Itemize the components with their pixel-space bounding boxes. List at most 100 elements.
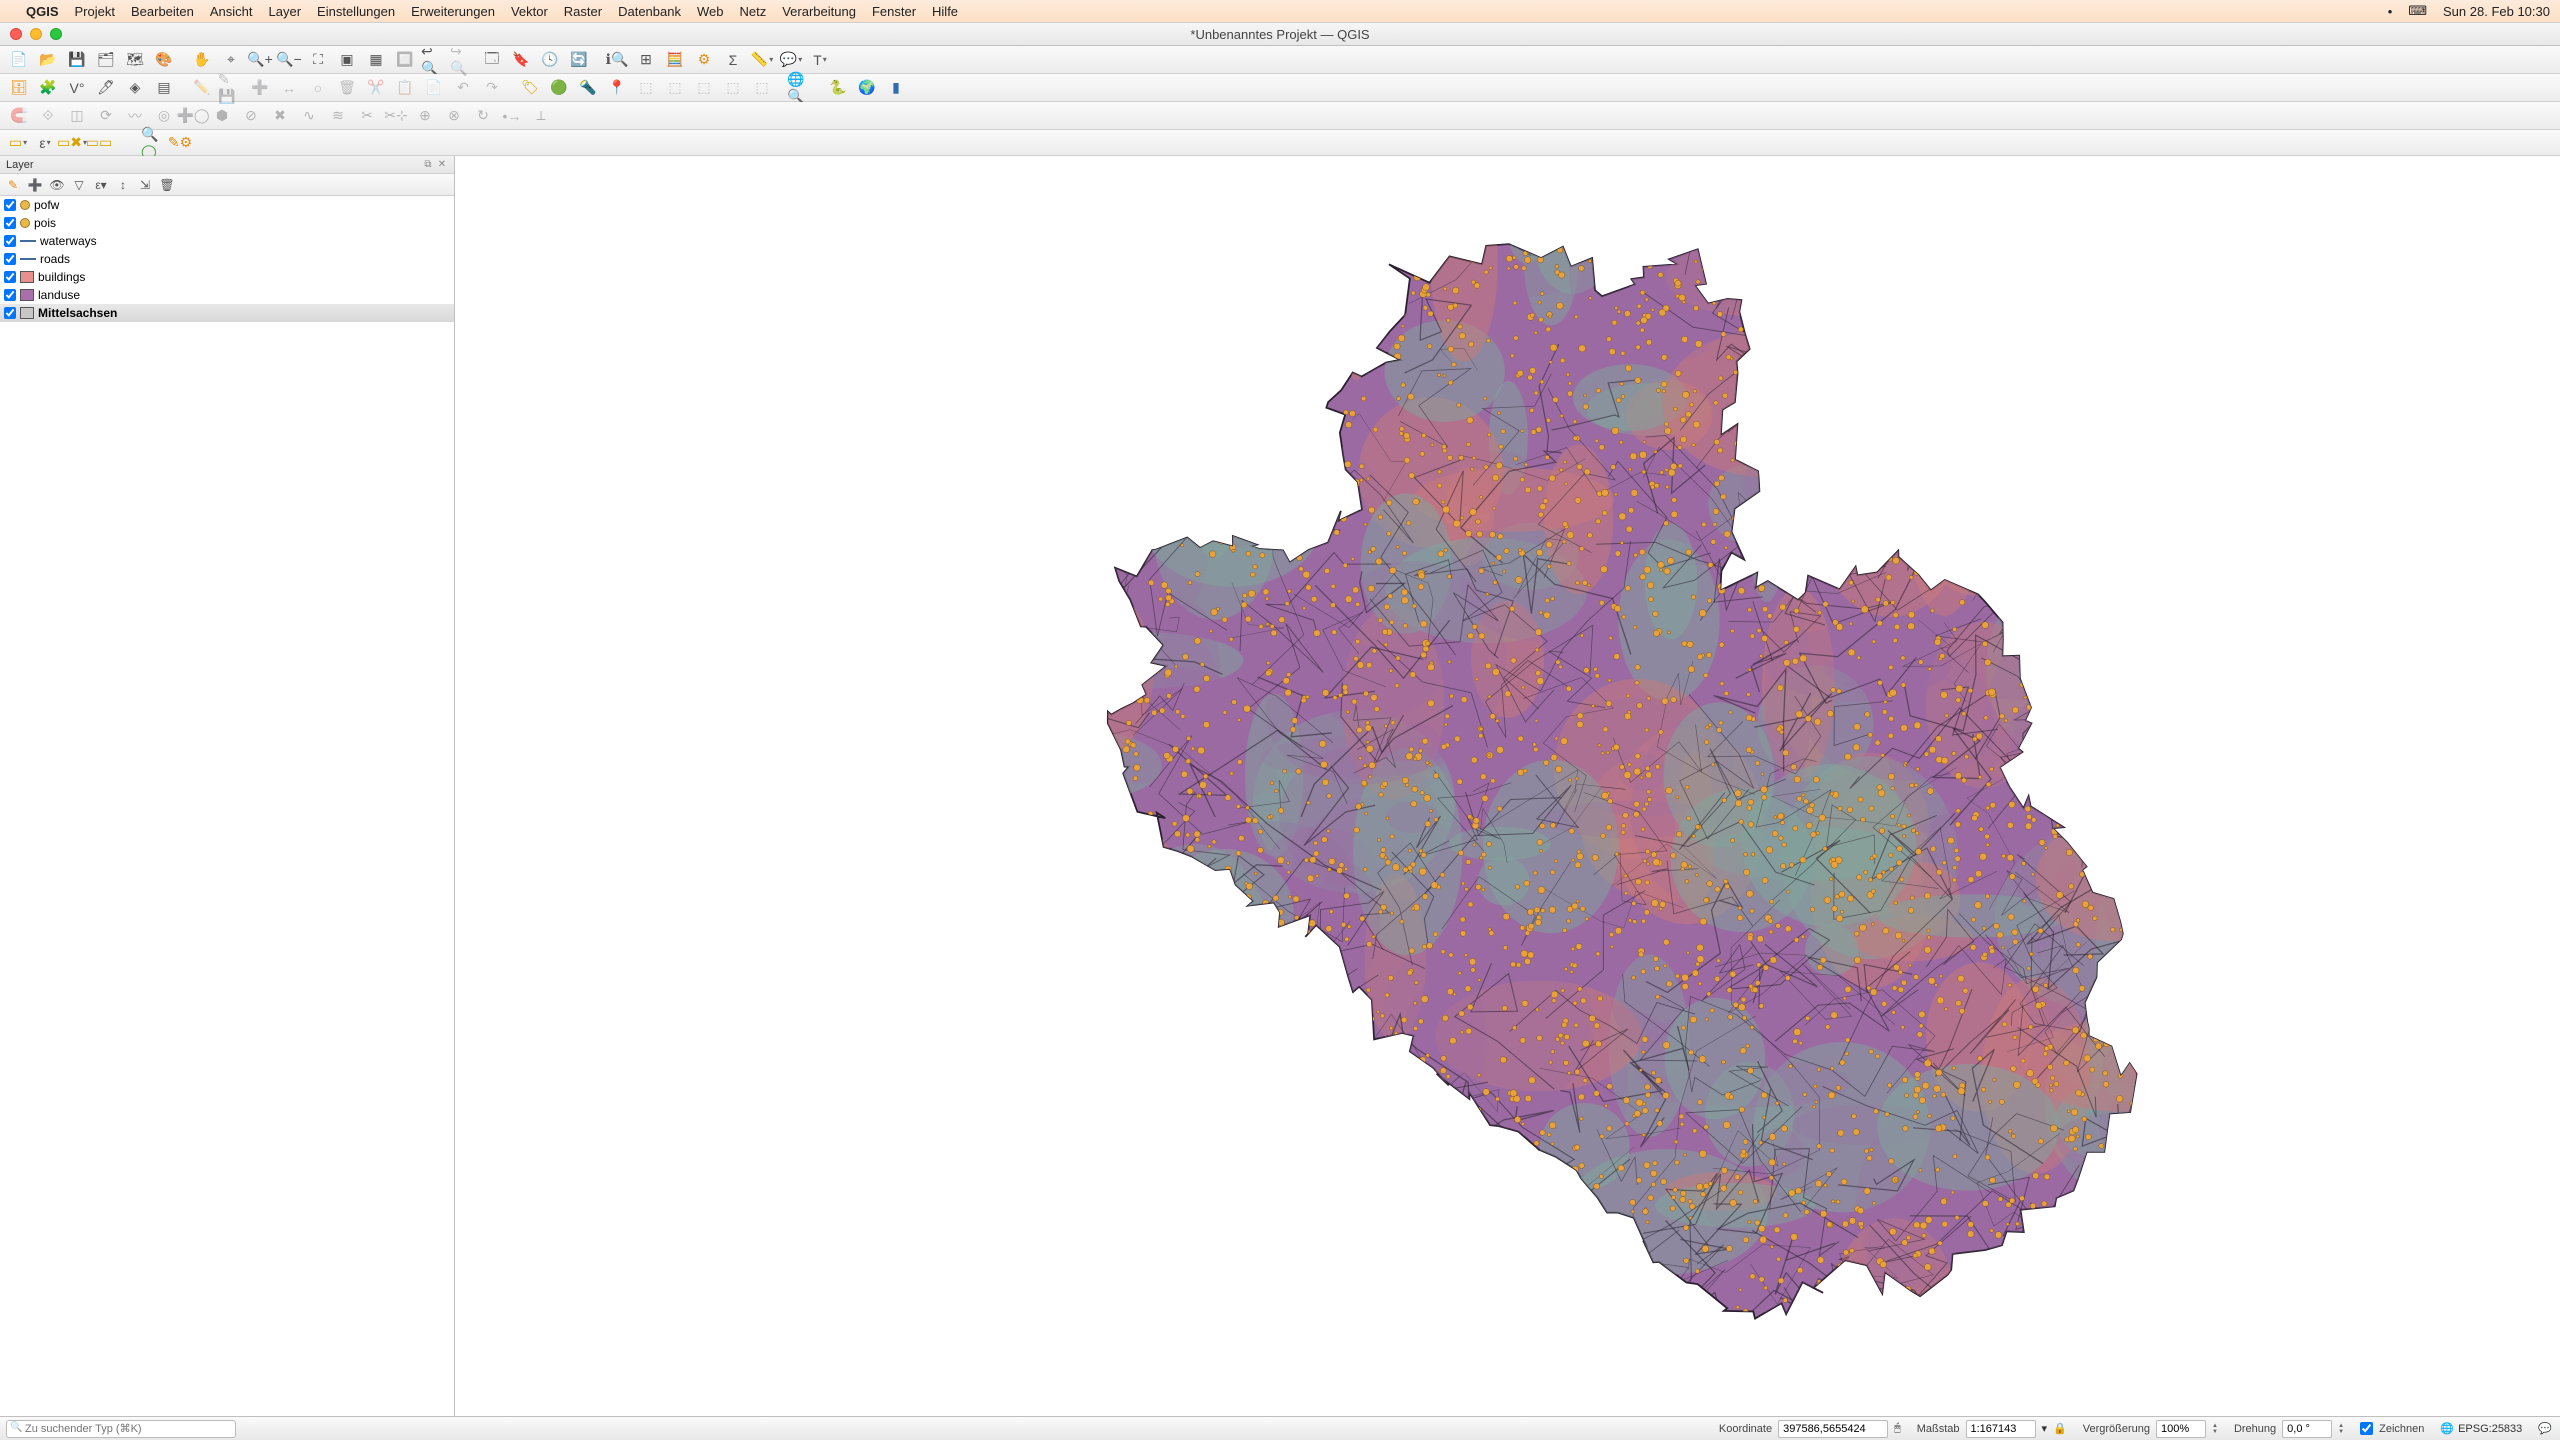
add-group-icon[interactable]: ➕	[26, 176, 44, 194]
map-canvas[interactable]	[455, 156, 2560, 1416]
layer-item-pois[interactable]: pois	[0, 214, 454, 232]
locator-icon[interactable]: 🔍◯	[141, 132, 165, 154]
layer-item-roads[interactable]: roads	[0, 250, 454, 268]
menu-layer[interactable]: Layer	[269, 4, 302, 19]
statistics-icon[interactable]: Σ	[720, 48, 746, 72]
layer-tree[interactable]: pofwpoiswaterwaysroadsbuildingslanduseMi…	[0, 196, 454, 1416]
annotation-icon[interactable]: T	[807, 48, 833, 72]
open-attribute-table-icon[interactable]: ⊞	[633, 48, 659, 72]
menu-bearbeiten[interactable]: Bearbeiten	[131, 4, 194, 19]
window-close-button[interactable]	[10, 28, 22, 40]
label-tool-icon[interactable]: 🏷	[517, 76, 543, 100]
crs-icon[interactable]: 🌐	[2440, 1422, 2454, 1435]
field-calculator-icon[interactable]: 🧮	[662, 48, 688, 72]
deselect-all-icon[interactable]: ▭✖	[60, 132, 84, 154]
select-by-value-icon[interactable]: ε	[33, 132, 57, 154]
menu-netz[interactable]: Netz	[739, 4, 766, 19]
zoom-out-icon[interactable]: 🔍−	[276, 48, 302, 72]
layer-style-icon[interactable]: ✎	[4, 176, 22, 194]
new-map-view-icon[interactable]: 🗔	[479, 48, 505, 72]
new-spatialite-icon[interactable]: 🖊	[93, 76, 119, 100]
new-shapefile-icon[interactable]: V°	[64, 76, 90, 100]
rotation-input[interactable]	[2282, 1420, 2332, 1438]
new-bookmark-icon[interactable]: 🔖	[508, 48, 534, 72]
python-console-icon[interactable]: 🐍	[825, 76, 851, 100]
select-features-icon[interactable]: ▭	[6, 132, 30, 154]
scale-dropdown-icon[interactable]: ▾	[2042, 1422, 2048, 1435]
new-project-icon[interactable]: 📄	[6, 48, 32, 72]
pan-to-selection-icon[interactable]: ⌖	[218, 48, 244, 72]
layer-visibility-checkbox[interactable]	[4, 289, 16, 301]
zoom-last-icon[interactable]: ↩🔍	[421, 48, 447, 72]
magnifier-down-icon[interactable]: ▼	[2212, 1429, 2218, 1435]
open-project-icon[interactable]: 📂	[35, 48, 61, 72]
scale-lock-icon[interactable]: 🔒	[2053, 1422, 2067, 1435]
identify-features-icon[interactable]: ℹ🔍	[604, 48, 630, 72]
layer-visibility-checkbox[interactable]	[4, 271, 16, 283]
filter-legend-icon[interactable]: ▽	[70, 176, 88, 194]
osm-download-icon[interactable]: 🌍	[854, 76, 880, 100]
layer-item-waterways[interactable]: waterways	[0, 232, 454, 250]
panel-undock-icon[interactable]: ⧉	[422, 159, 434, 171]
zoom-to-selection-icon[interactable]: ▣	[334, 48, 360, 72]
new-virtual-layer-icon[interactable]: ◈	[122, 76, 148, 100]
data-source-manager-icon[interactable]: 🗄	[6, 76, 32, 100]
new-geopackage-icon[interactable]: 🧩	[35, 76, 61, 100]
show-layout-manager-icon[interactable]: 🗺	[122, 48, 148, 72]
menu-fenster[interactable]: Fenster	[872, 4, 916, 19]
layer-visibility-checkbox[interactable]	[4, 235, 16, 247]
messages-icon[interactable]: 💬	[2538, 1422, 2552, 1435]
crs-value[interactable]: EPSG:25833	[2458, 1423, 2522, 1435]
remove-layer-icon[interactable]: 🗑	[158, 176, 176, 194]
menubar-control-icon[interactable]: ⌨	[2408, 3, 2427, 19]
zoom-to-layer-icon[interactable]: ▦	[363, 48, 389, 72]
new-memory-layer-icon[interactable]: ▤	[151, 76, 177, 100]
expression-filter-icon[interactable]: ε▾	[92, 176, 110, 194]
measure-icon[interactable]: 📏	[749, 48, 775, 72]
pin-label-icon[interactable]: 📍	[604, 76, 630, 100]
zoom-in-icon[interactable]: 🔍+	[247, 48, 273, 72]
toolbox-icon[interactable]: ⚙	[691, 48, 717, 72]
manage-visibility-icon[interactable]: 👁	[48, 176, 66, 194]
metasearch-icon[interactable]: 🌐🔍	[787, 76, 813, 100]
save-project-icon[interactable]: 💾	[64, 48, 90, 72]
menubar-dot-icon[interactable]: •	[2388, 4, 2393, 19]
layer-visibility-checkbox[interactable]	[4, 217, 16, 229]
enable-snapping-icon[interactable]: 🧲	[6, 104, 32, 128]
highlight-label-icon[interactable]: 🔦	[575, 76, 601, 100]
expand-all-icon[interactable]: ↕	[114, 176, 132, 194]
layer-visibility-checkbox[interactable]	[4, 199, 16, 211]
scale-input[interactable]	[1966, 1420, 2036, 1438]
layer-visibility-checkbox[interactable]	[4, 307, 16, 319]
panel-close-icon[interactable]: ✕	[436, 159, 448, 171]
window-minimize-button[interactable]	[30, 28, 42, 40]
diagram-tool-icon[interactable]: 🟢	[546, 76, 572, 100]
pan-map-icon[interactable]: ✋	[189, 48, 215, 72]
plugin-icon[interactable]: ▮	[883, 76, 909, 100]
menu-web[interactable]: Web	[697, 4, 724, 19]
new-print-layout-icon[interactable]: 🗂	[93, 48, 119, 72]
layer-item-landuse[interactable]: landuse	[0, 286, 454, 304]
menubar-clock[interactable]: Sun 28. Feb 10:30	[2443, 4, 2550, 19]
menu-einstellungen[interactable]: Einstellungen	[317, 4, 395, 19]
app-menu[interactable]: QGIS	[26, 4, 59, 19]
render-checkbox[interactable]	[2360, 1422, 2373, 1435]
coord-toggle-icon[interactable]: 🖱	[1894, 1422, 1901, 1435]
toggle-editing-icon[interactable]: ✏️	[189, 76, 215, 100]
magnifier-input[interactable]	[2156, 1420, 2206, 1438]
select-all-icon[interactable]: ▭▭	[87, 132, 111, 154]
map-tips-icon[interactable]: 💬	[778, 48, 804, 72]
menu-erweiterungen[interactable]: Erweiterungen	[411, 4, 495, 19]
style-manager-icon[interactable]: 🎨	[151, 48, 177, 72]
layer-item-mittelsachsen[interactable]: Mittelsachsen	[0, 304, 454, 322]
rotation-down-icon[interactable]: ▼	[2338, 1429, 2344, 1435]
menu-datenbank[interactable]: Datenbank	[618, 4, 681, 19]
layer-item-pofw[interactable]: pofw	[0, 196, 454, 214]
window-zoom-button[interactable]	[50, 28, 62, 40]
layer-visibility-checkbox[interactable]	[4, 253, 16, 265]
refresh-icon[interactable]: 🔄	[566, 48, 592, 72]
menu-raster[interactable]: Raster	[564, 4, 602, 19]
menu-projekt[interactable]: Projekt	[75, 4, 115, 19]
layer-item-buildings[interactable]: buildings	[0, 268, 454, 286]
locator-search-input[interactable]	[6, 1420, 236, 1438]
